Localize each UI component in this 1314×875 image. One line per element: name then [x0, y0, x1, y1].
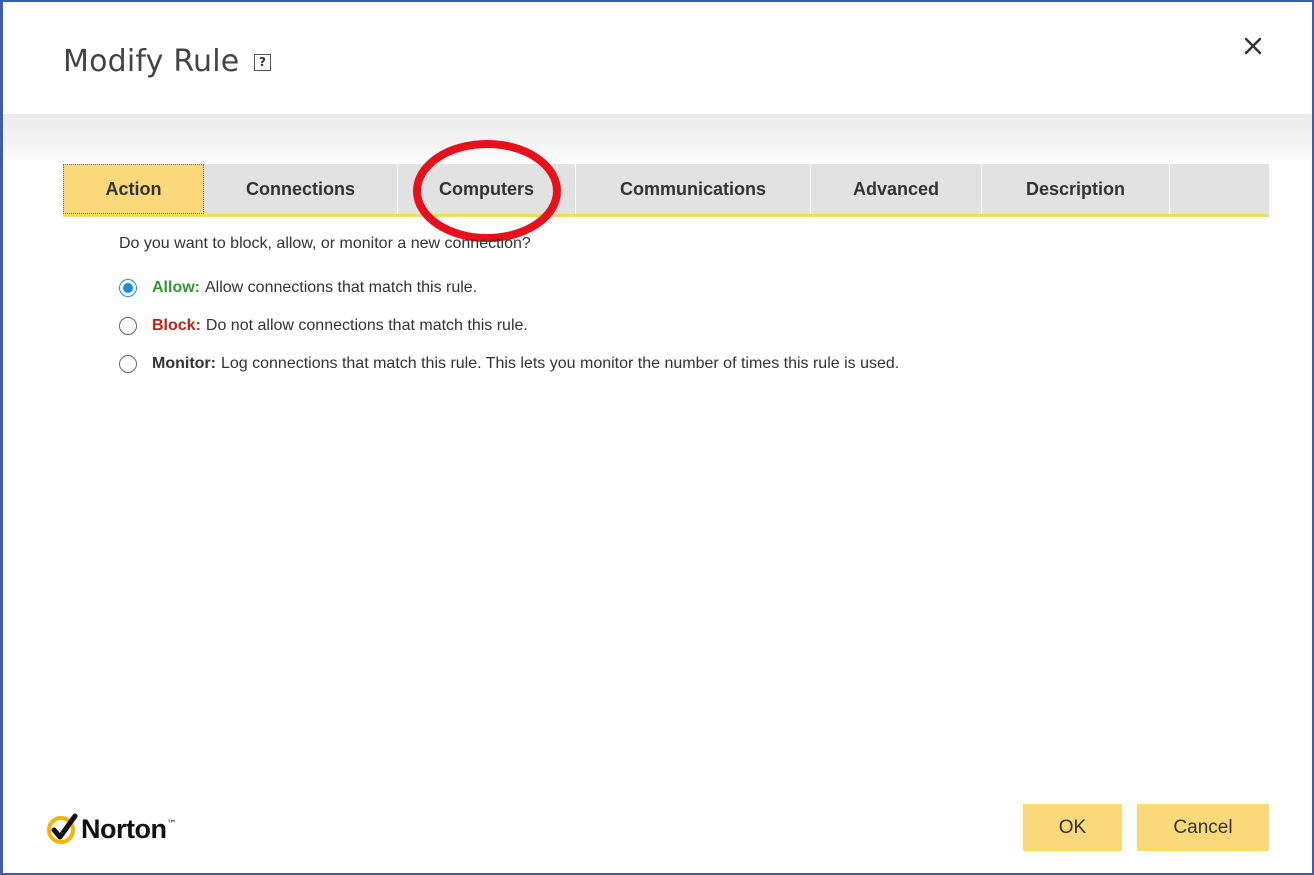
norton-checkmark-icon — [47, 813, 78, 844]
option-key-monitor: Monitor: — [152, 355, 216, 372]
modify-rule-dialog: Modify Rule ? Action Connections Compute… — [0, 0, 1314, 875]
option-key-allow: Allow: — [152, 279, 200, 296]
option-text-monitor: Log connections that match this rule. Th… — [220, 355, 900, 372]
tab-connections[interactable]: Connections — [204, 164, 398, 214]
radio-button-block[interactable] — [119, 317, 137, 335]
norton-logo: Norton ™ — [45, 807, 176, 851]
radio-button-allow[interactable] — [119, 279, 137, 297]
action-question: Do you want to block, allow, or monitor … — [119, 235, 531, 252]
ok-button[interactable]: OK — [1023, 804, 1122, 851]
tab-communications[interactable]: Communications — [576, 164, 811, 214]
dialog-header: Modify Rule ? — [3, 2, 1312, 114]
dialog-title: Modify Rule — [63, 44, 240, 79]
header-gradient-band — [3, 114, 1312, 164]
tab-advanced[interactable]: Advanced — [811, 164, 982, 214]
cancel-button[interactable]: Cancel — [1137, 804, 1269, 851]
tab-bar: Action Connections Computers Communicati… — [63, 164, 1269, 217]
tab-action[interactable]: Action — [63, 164, 204, 214]
radio-option-block[interactable]: Block: Do not allow connections that mat… — [119, 317, 528, 335]
tab-description[interactable]: Description — [982, 164, 1170, 214]
option-text-block: Do not allow connections that match this… — [205, 317, 528, 334]
radio-option-allow[interactable]: Allow: Allow connections that match this… — [119, 279, 477, 297]
action-panel: Do you want to block, allow, or monitor … — [119, 235, 1252, 373]
option-key-block: Block: — [152, 317, 201, 334]
radio-option-monitor[interactable]: Monitor: Log connections that match this… — [119, 355, 899, 373]
option-text-allow: Allow connections that match this rule. — [205, 279, 478, 296]
help-icon[interactable]: ? — [254, 54, 271, 71]
trademark-mark: ™ — [166, 819, 177, 830]
radio-button-monitor[interactable] — [119, 355, 137, 373]
brand-name: Norton — [81, 813, 167, 844]
close-icon[interactable] — [1239, 32, 1267, 60]
tab-computers[interactable]: Computers — [398, 164, 576, 214]
